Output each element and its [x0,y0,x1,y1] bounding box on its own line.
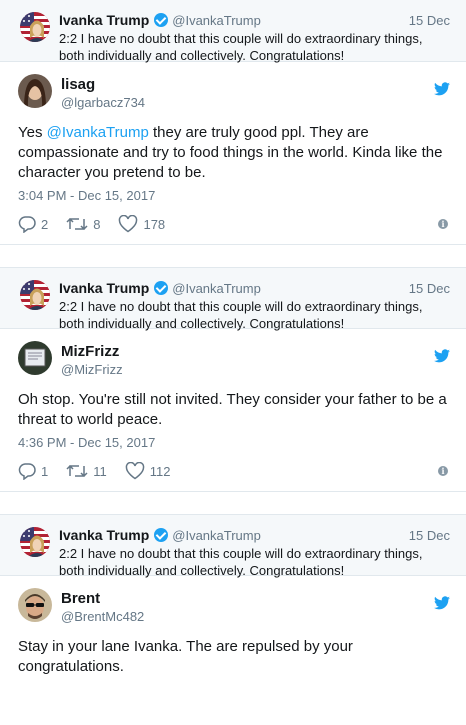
quoted-author-name[interactable]: Ivanka Trump [59,280,149,296]
retweet-button[interactable]: 8 [66,215,100,233]
retweet-count: 11 [93,463,107,479]
reply-icon [18,462,36,480]
quoted-date[interactable]: 15 Dec [409,528,450,543]
avatar[interactable] [20,527,50,557]
info-icon[interactable]: i [438,466,448,476]
twitter-bird-icon[interactable] [434,596,450,610]
reply-button[interactable]: 2 [18,215,48,233]
like-button[interactable]: 178 [118,215,165,233]
verified-icon [154,281,169,295]
quoted-tweet[interactable]: Ivanka Trump @IvankaTrump 15 Dec 2:2 I h… [0,267,466,331]
retweet-icon [66,462,88,480]
retweet-button[interactable]: 11 [66,462,107,480]
author-handle[interactable]: @MizFrizz [61,361,123,378]
reply-count: 1 [41,463,49,479]
quoted-author-handle[interactable]: @IvankaTrump [172,281,261,296]
twitter-bird-icon[interactable] [434,82,450,96]
reply-button[interactable]: 1 [18,462,48,480]
quoted-text: 2:2 I have no doubt that this couple wil… [59,31,423,63]
tweet-card[interactable]: Ivanka Trump @IvankaTrump 15 Dec 2:2 I h… [0,267,466,492]
verified-icon [154,13,169,27]
tweet-text: Oh stop. You're still not invited. They … [18,391,447,428]
heart-icon [118,215,138,233]
tweet-card[interactable]: Ivanka Trump @IvankaTrump 15 Dec 2:2 I h… [0,0,466,245]
tweet-timestamp[interactable]: 4:36 PM - Dec 15, 2017 [18,435,450,450]
avatar[interactable] [18,588,52,622]
like-count: 178 [143,216,166,232]
quoted-author-name[interactable]: Ivanka Trump [59,527,149,543]
reply-icon [18,215,36,233]
avatar[interactable] [20,280,50,310]
quoted-tweet[interactable]: Ivanka Trump @IvankaTrump 15 Dec 2:2 I h… [0,514,466,578]
retweet-count: 8 [93,216,101,232]
author-name[interactable]: lisag [61,75,145,94]
author-handle[interactable]: @lgarbacz734 [61,94,145,111]
tweet-text: Yes @IvankaTrump they are truly good ppl… [18,124,443,181]
verified-icon [154,528,169,542]
quoted-date[interactable]: 15 Dec [409,281,450,296]
author-name[interactable]: Brent [61,589,144,608]
twitter-bird-icon[interactable] [434,349,450,363]
retweet-icon [66,215,88,233]
author-name[interactable]: MizFrizz [61,342,123,361]
avatar[interactable] [20,12,50,42]
author-handle[interactable]: @BrentMc482 [61,608,144,625]
heart-icon [125,462,145,480]
avatar[interactable] [18,74,52,108]
quoted-author-handle[interactable]: @IvankaTrump [172,13,261,28]
like-button[interactable]: 112 [125,462,171,480]
tweet-timestamp[interactable]: 3:04 PM - Dec 15, 2017 [18,188,450,203]
info-icon[interactable]: i [438,219,448,229]
quoted-author-handle[interactable]: @IvankaTrump [172,528,261,543]
tweet-text: Stay in your lane Ivanka. The are repuls… [18,638,353,675]
quoted-text: 2:2 I have no doubt that this couple wil… [59,299,423,331]
reply-count: 2 [41,216,49,232]
mention-link[interactable]: @IvankaTrump [47,124,149,141]
avatar[interactable] [18,341,52,375]
quoted-date[interactable]: 15 Dec [409,13,450,28]
quoted-author-name[interactable]: Ivanka Trump [59,12,149,28]
like-count: 112 [149,463,171,479]
quoted-tweet[interactable]: Ivanka Trump @IvankaTrump 15 Dec 2:2 I h… [0,0,466,63]
tweet-card[interactable]: Ivanka Trump @IvankaTrump 15 Dec 2:2 I h… [0,514,466,708]
quoted-text: 2:2 I have no doubt that this couple wil… [59,546,423,578]
